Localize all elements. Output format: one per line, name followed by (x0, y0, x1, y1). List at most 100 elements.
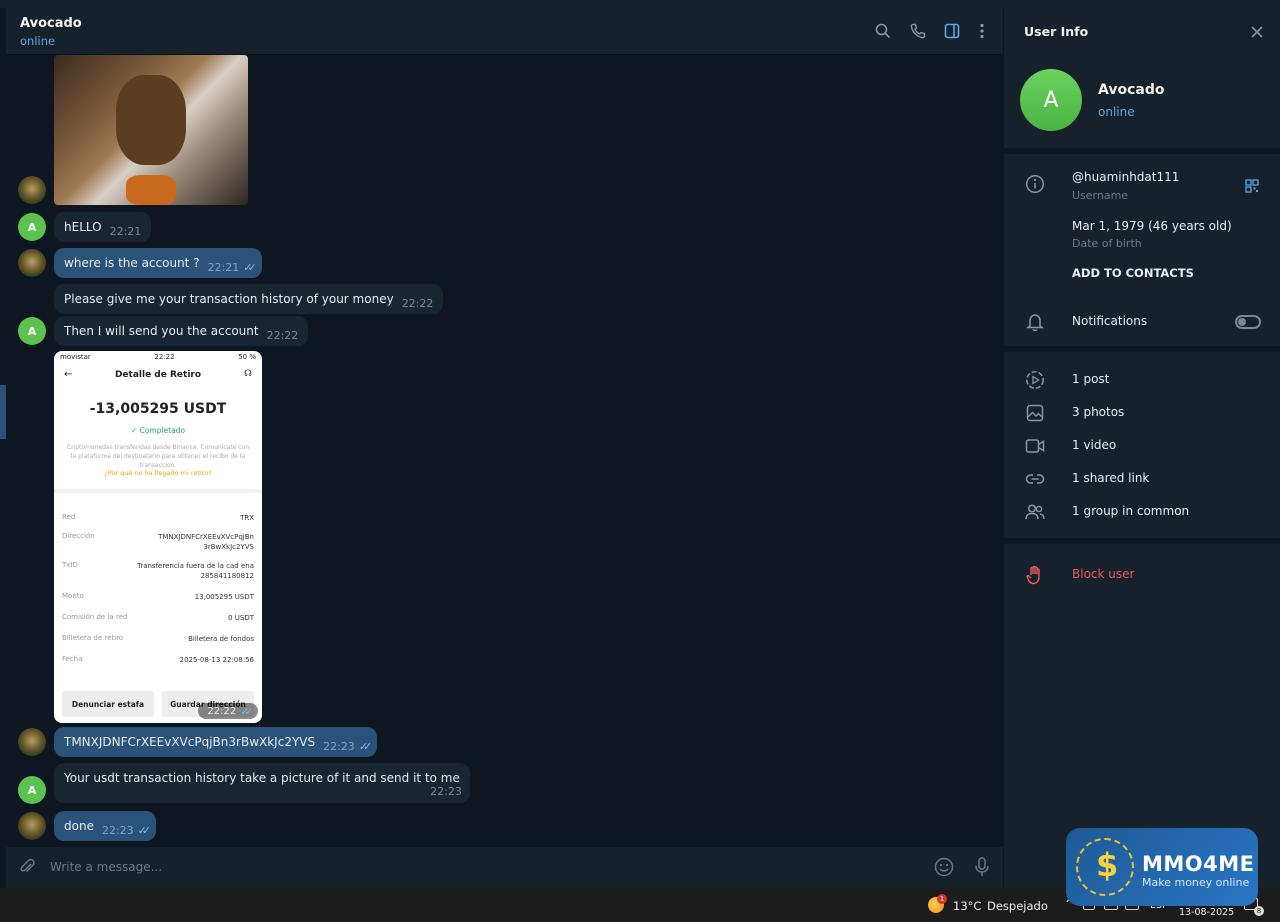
message-text: Your usdt transaction history take a pic… (64, 771, 460, 785)
my-avatar[interactable] (18, 728, 46, 756)
taskbar-date[interactable]: 13-08-2025 (1179, 907, 1234, 918)
info-icon (1025, 174, 1045, 194)
receipt-status: ✓ Completado (54, 426, 262, 435)
qr-code-icon[interactable] (1245, 178, 1259, 197)
row-value: 2025-08-13 22:08:56 (179, 656, 254, 664)
contact-avatar[interactable]: A (18, 776, 46, 804)
links-count: 1 shared link (1072, 471, 1150, 485)
weather-condition[interactable]: Despejado (987, 899, 1048, 913)
weather-temp[interactable]: 13°C (953, 899, 981, 913)
emoji-icon[interactable] (934, 857, 954, 881)
row-value: 0 USDT (228, 614, 254, 622)
message-time: 22:22 (401, 297, 434, 310)
username-label: Username (1072, 189, 1129, 202)
photo-message-receipt[interactable]: movistar 22:22 50 % ← Detalle de Retiro … (54, 351, 262, 723)
message-incoming[interactable]: Please give me your transaction history … (54, 284, 444, 314)
message-text: Then I will send you the account (64, 324, 259, 338)
photos-count: 3 photos (1072, 405, 1125, 419)
message-input[interactable] (50, 855, 910, 879)
message-incoming[interactable]: hELLO 22:21 (54, 212, 152, 242)
watermark-brand: MMO4ME (1142, 852, 1255, 876)
phone-battery: 50 % (238, 353, 256, 361)
gif-detail (126, 175, 176, 205)
videos-count: 1 video (1072, 438, 1117, 452)
phone-call-icon[interactable] (909, 22, 927, 40)
receipt-amount: -13,005295 USDT (89, 401, 227, 417)
read-checkmarks-icon: ✓✓ (243, 261, 257, 274)
message-incoming[interactable]: Your usdt transaction history take a pic… (54, 763, 470, 803)
message-text: TMNXJDNFCrXEEvXVcPqjBn3rBwXkJc2YVS (64, 735, 316, 749)
chat-title[interactable]: Avocado (20, 16, 82, 31)
panel-title: User Info (1024, 24, 1089, 39)
receipt-title: Detalle de Retiro (114, 370, 202, 380)
row-key: Fecha (62, 655, 83, 663)
message-outgoing[interactable]: done 22:23 ✓✓ (54, 811, 157, 841)
message-time: 22:22 (266, 329, 299, 342)
my-avatar[interactable] (18, 812, 46, 840)
message-text: done (64, 819, 94, 833)
message-incoming[interactable]: Then I will send you the account 22:22 (54, 316, 309, 346)
contact-avatar[interactable]: A (18, 317, 46, 345)
watermark-tagline: Make money online (1142, 876, 1250, 889)
contact-avatar[interactable]: A (18, 213, 46, 241)
gif-message[interactable] (54, 55, 248, 205)
notifications-label: Notifications (1072, 314, 1148, 328)
close-icon[interactable] (1250, 24, 1264, 43)
compose-bar (6, 847, 1003, 888)
message-outgoing[interactable]: TMNXJDNFCrXEEvXVcPqjBn3rBwXkJc2YVS 22:23 ✓… (54, 727, 378, 757)
my-avatar[interactable] (18, 249, 46, 277)
receipt-status-text: Completado (139, 426, 186, 435)
phone-status-bar: movistar 22:22 50 % (60, 353, 256, 361)
message-text: Please give me your transaction history … (64, 292, 394, 306)
row-key: Dirección (62, 532, 95, 540)
weather-badge: 1 (937, 894, 947, 904)
message-time: 22:21 (109, 225, 142, 238)
profile-avatar[interactable]: A (1020, 69, 1082, 131)
chat-pane: Avocado online A hELLO 22:21 where is th… (6, 8, 1003, 888)
receipt-description: Criptomonedas transferidas desde Binance… (66, 444, 250, 469)
row-key: Comisión de la red (62, 613, 128, 621)
photo-icon (1025, 403, 1045, 423)
profile-name: Avocado (1098, 82, 1165, 98)
message-text: where is the account ? (64, 256, 200, 270)
video-icon (1025, 436, 1045, 456)
section-divider (1004, 346, 1280, 352)
block-user-button[interactable]: Block user (1072, 567, 1134, 581)
more-menu-icon[interactable] (973, 22, 991, 40)
message-time: 22:23 (101, 824, 134, 837)
row-key: Monto (62, 592, 84, 600)
chat-header: Avocado online (6, 8, 1003, 55)
report-scam-button: Denunciar estafa (62, 691, 154, 717)
row-value: TMNXJDNFCrXEEvXVcPqjBn 3rBwXkJc2YVS (158, 533, 254, 551)
message-list[interactable]: A hELLO 22:21 where is the account ? 22:21… (6, 55, 1003, 847)
section-divider (1004, 148, 1280, 154)
username-value[interactable]: @huaminhdat111 (1072, 170, 1179, 184)
message-outgoing[interactable]: where is the account ? 22:21 ✓✓ (54, 248, 262, 278)
sidebar-toggle-icon[interactable] (943, 22, 961, 40)
groups-count: 1 group in common (1072, 504, 1190, 518)
row-key: TxID (62, 561, 78, 569)
notification-count: 8 (1254, 906, 1264, 916)
attach-icon[interactable] (18, 858, 36, 880)
hand-stop-icon (1025, 565, 1045, 585)
message-time: 22:21 (207, 261, 240, 274)
link-icon (1025, 469, 1045, 489)
birthdate-label: Date of birth (1072, 237, 1142, 250)
search-icon[interactable] (874, 22, 892, 40)
microphone-icon[interactable] (974, 857, 990, 881)
row-value: 13,005295 USDT (194, 593, 254, 601)
birthdate-value: Mar 1, 1979 (46 years old) (1072, 219, 1232, 233)
row-key: Red (62, 513, 76, 521)
receipt-separator (54, 489, 262, 493)
phone-clock: 22:22 (154, 353, 175, 361)
photo-time-overlay: 22:22 ✓✓ (198, 703, 258, 719)
notifications-toggle[interactable] (1235, 315, 1261, 329)
my-avatar[interactable] (18, 176, 46, 204)
bell-icon (1025, 312, 1045, 332)
row-value: Billetera de fondos (188, 635, 254, 643)
receipt-question: ¿Por qué no ha llegado mi retiro? (104, 469, 212, 477)
posts-count: 1 post (1072, 372, 1110, 386)
section-divider (1004, 538, 1280, 544)
add-to-contacts-button[interactable]: ADD TO CONTACTS (1072, 266, 1194, 280)
profile-status: online (1098, 105, 1135, 119)
